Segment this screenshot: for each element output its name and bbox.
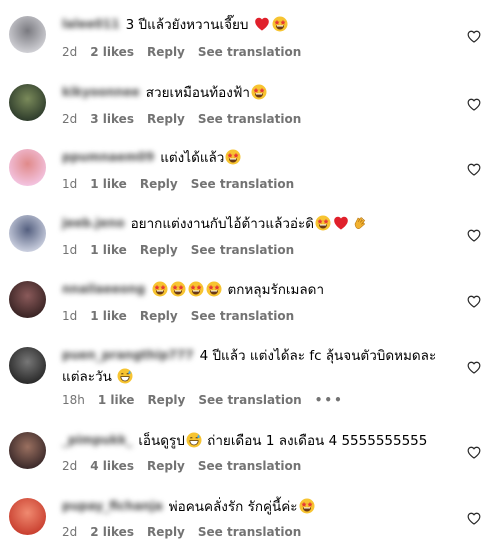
like-heart-icon[interactable] <box>467 359 481 374</box>
star-struck-emoji-icon <box>251 84 267 100</box>
like-heart-icon[interactable] <box>467 444 481 459</box>
likes-count-button[interactable]: 1 like <box>90 243 127 257</box>
comment-age: 2d <box>62 459 78 473</box>
clap-emoji-icon <box>351 215 367 231</box>
likes-count-button[interactable]: 1 like <box>90 309 127 323</box>
avatar[interactable] <box>9 347 46 384</box>
avatar[interactable] <box>9 84 46 121</box>
avatar[interactable] <box>9 432 46 469</box>
star-struck-emoji-icon <box>152 281 168 297</box>
comment-age: 2d <box>62 525 78 539</box>
red-heart-emoji-icon <box>333 215 349 231</box>
reply-button[interactable]: Reply <box>147 45 185 59</box>
username-link[interactable]: kikyoonnee <box>62 82 140 103</box>
reply-button[interactable]: Reply <box>147 459 185 473</box>
like-heart-icon[interactable] <box>467 293 481 308</box>
comment-text-segment: อยากแต่งงานกับไอ้ต้าวแล้วอ่ะดิ <box>130 216 315 232</box>
username-link[interactable]: puen_prangthip777 <box>62 345 194 366</box>
star-struck-emoji-icon <box>315 215 331 231</box>
see-translation-button[interactable]: See translation <box>191 177 294 191</box>
comment-text: pupay_fichanja พ่อคนคลั่งรัก รักคู่นี้ค่ะ <box>62 496 455 518</box>
comment-age: 1d <box>62 177 78 191</box>
username-link[interactable]: _pimpukk_ <box>62 430 132 451</box>
comment-text-segment: ถ่ายเดือน 1 ลงเดือน 4 5555555555 <box>202 433 428 449</box>
see-translation-button[interactable]: See translation <box>191 309 294 323</box>
like-heart-icon[interactable] <box>467 227 481 242</box>
likes-count-button[interactable]: 3 likes <box>90 112 134 126</box>
comment-age: 18h <box>62 393 85 407</box>
star-struck-emoji-icon <box>206 281 222 297</box>
star-struck-emoji-icon <box>225 149 241 165</box>
see-translation-button[interactable]: See translation <box>198 525 301 539</box>
comment-text-segment: พ่อคนคลั่งรัก รักคู่นี้ค่ะ <box>168 499 298 515</box>
comment-text: _pimpukk_ เอ็นดูรูป ถ่ายเดือน 1 ลงเดือน 4… <box>62 430 455 452</box>
likes-count-button[interactable]: 1 like <box>98 393 135 407</box>
reply-button[interactable]: Reply <box>147 393 185 407</box>
comment-text: lalee011 3 ปีแล้วยังหวานเจี๊ยบ <box>62 14 455 36</box>
username-link[interactable]: nnailaeeong <box>62 279 145 300</box>
red-heart-emoji-icon <box>254 16 270 32</box>
likes-count-button[interactable]: 1 like <box>90 177 127 191</box>
username-link[interactable]: lalee011 <box>62 14 120 35</box>
see-translation-button[interactable]: See translation <box>191 243 294 257</box>
like-heart-icon[interactable] <box>467 28 481 43</box>
username-link[interactable]: ppumnaem09 <box>62 147 154 168</box>
comment-text: jeeb.jeno อยากแต่งงานกับไอ้ต้าวแล้วอ่ะดิ <box>62 213 455 235</box>
star-struck-emoji-icon <box>272 16 288 32</box>
grin-sweat-emoji-icon <box>117 368 133 384</box>
reply-button[interactable]: Reply <box>147 525 185 539</box>
comment-age: 1d <box>62 309 78 323</box>
reply-button[interactable]: Reply <box>147 112 185 126</box>
star-struck-emoji-icon <box>170 281 186 297</box>
comment-text: ppumnaem09 แต่งได้แล้ว <box>62 147 455 169</box>
likes-count-button[interactable]: 2 likes <box>90 525 134 539</box>
star-struck-emoji-icon <box>299 498 315 514</box>
likes-count-button[interactable]: 4 likes <box>90 459 134 473</box>
reply-button[interactable]: Reply <box>140 309 178 323</box>
see-translation-button[interactable]: See translation <box>198 45 301 59</box>
see-translation-button[interactable]: See translation <box>198 459 301 473</box>
avatar[interactable] <box>9 215 46 252</box>
comment-age: 2d <box>62 45 78 59</box>
like-heart-icon[interactable] <box>467 161 481 176</box>
comment-text-segment: 3 ปีแล้วยังหวานเจี๊ยบ <box>125 17 253 33</box>
comment-text-segment: ตกหลุมรักเมลดา <box>223 282 325 298</box>
comment-text: puen_prangthip777 4 ปีแล้ว แต่งได้ละ fc ล… <box>62 345 455 388</box>
comment-text-segment: เอ็นดูรูป <box>138 433 185 449</box>
star-struck-emoji-icon <box>188 281 204 297</box>
username-link[interactable]: pupay_fichanja <box>62 496 163 517</box>
comment-text-segment: สวยเหมือนท้องฟ้า <box>145 85 250 101</box>
comment-text: kikyoonnee สวยเหมือนท้องฟ้า <box>62 82 455 104</box>
avatar[interactable] <box>9 149 46 186</box>
like-heart-icon[interactable] <box>467 510 481 525</box>
like-heart-icon[interactable] <box>467 96 481 111</box>
likes-count-button[interactable]: 2 likes <box>90 45 134 59</box>
see-translation-button[interactable]: See translation <box>198 112 301 126</box>
avatar[interactable] <box>9 281 46 318</box>
reply-button[interactable]: Reply <box>140 177 178 191</box>
avatar[interactable] <box>9 16 46 53</box>
grin-sweat-emoji-icon <box>186 432 202 448</box>
reply-button[interactable]: Reply <box>140 243 178 257</box>
comment-age: 1d <box>62 243 78 257</box>
comment-age: 2d <box>62 112 78 126</box>
comment-text-segment: แต่งได้แล้ว <box>160 150 225 166</box>
username-link[interactable]: jeeb.jeno <box>62 213 125 234</box>
avatar[interactable] <box>9 498 46 535</box>
comment-text: nnailaeeong ตกหลุมรักเมลดา <box>62 279 455 301</box>
see-translation-button[interactable]: See translation <box>198 393 301 407</box>
more-options-button[interactable]: ••• <box>315 393 344 407</box>
